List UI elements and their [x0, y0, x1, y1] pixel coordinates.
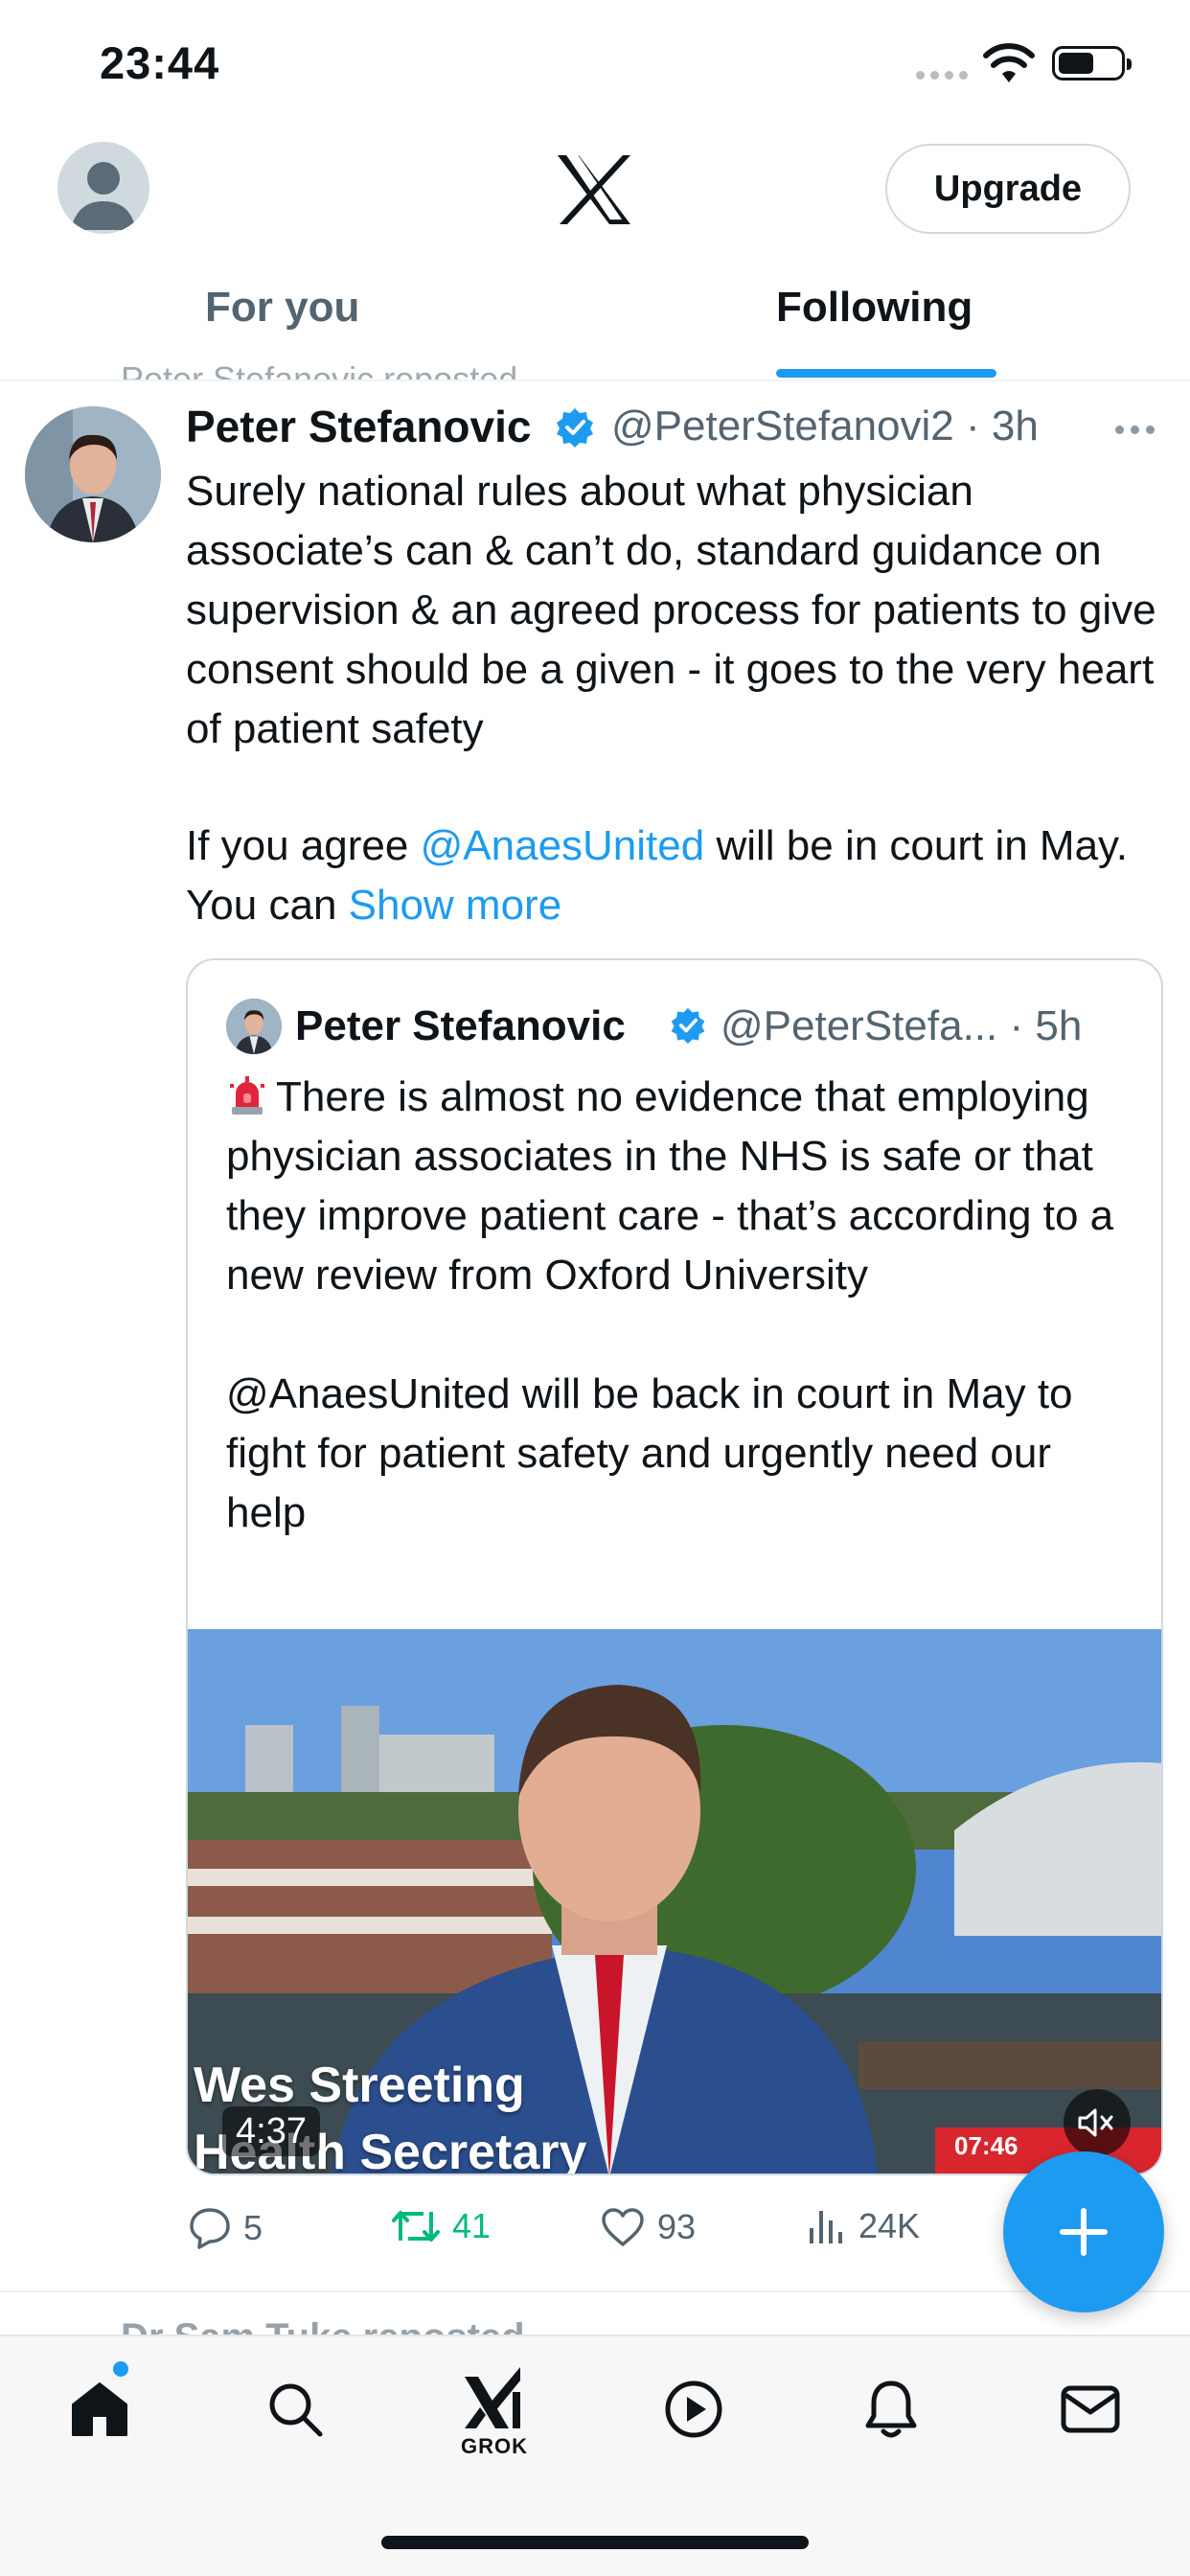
views-count: 24K: [858, 2206, 921, 2245]
home-indicator-bar: [381, 2536, 809, 2549]
upgrade-button[interactable]: Upgrade: [885, 144, 1131, 234]
tab-following[interactable]: Following: [776, 284, 973, 332]
retweet-icon: [392, 2211, 440, 2242]
cellular-signal-icon: [916, 71, 968, 80]
play-circle-icon: [665, 2380, 722, 2438]
home-icon: [72, 2382, 127, 2436]
views-button[interactable]: 24K: [807, 2206, 920, 2246]
nav-home[interactable]: [61, 2371, 138, 2448]
bell-icon: [865, 2380, 917, 2438]
repost-context-peek: Peter Stefanovic reposted: [121, 360, 517, 380]
profile-avatar-button[interactable]: [57, 142, 149, 234]
like-button[interactable]: 93: [600, 2206, 696, 2248]
retweet-button[interactable]: 41: [391, 2206, 491, 2246]
next-tweet-peek: Dr Sam Tuke reposted: [121, 2315, 525, 2336]
tab-selected-indicator: [776, 369, 996, 378]
status-time: 23:44: [100, 37, 220, 88]
quoted-author-name: Peter Stefanovic: [295, 1002, 626, 1049]
tweet-text: Surely national rules about what physici…: [186, 468, 1156, 752]
mention-link[interactable]: @AnaesUnited: [421, 822, 705, 869]
show-more-link[interactable]: Show more: [349, 882, 562, 929]
reply-icon: [190, 2208, 230, 2249]
nav-search[interactable]: [257, 2371, 333, 2448]
tweet-author-name[interactable]: Peter Stefanovic: [186, 401, 531, 452]
video-caption-name: Wes Streeting: [194, 2058, 525, 2113]
tweet-time: 3h: [991, 402, 1039, 449]
reply-count: 5: [243, 2208, 263, 2247]
nav-messages[interactable]: [1052, 2371, 1129, 2448]
tab-for-you[interactable]: For you: [205, 284, 359, 332]
mute-button[interactable]: [1064, 2089, 1131, 2156]
quoted-tweet-text: There is almost no evidence that employi…: [226, 1068, 1136, 1543]
speaker-muted-icon: [1078, 2108, 1113, 2137]
tweet-author-handle[interactable]: @PeterStefanovi2 · 3h: [611, 402, 1039, 450]
retweet-count: 41: [452, 2206, 492, 2245]
nav-grok[interactable]: GROK: [456, 2359, 533, 2465]
grok-icon: [465, 2367, 520, 2428]
reply-button[interactable]: 5: [188, 2206, 263, 2250]
video-onscreen-clock: 07:46: [954, 2131, 1018, 2160]
more-options-icon[interactable]: [1115, 426, 1155, 434]
tweet-author-avatar[interactable]: [25, 406, 161, 542]
wifi-icon: [983, 42, 1035, 89]
search-icon: [269, 2383, 323, 2437]
mail-icon: [1061, 2385, 1120, 2433]
grok-label: GROK: [461, 2434, 528, 2458]
like-count: 93: [657, 2207, 697, 2246]
quoted-handle-text: @PeterStefa...: [721, 1002, 998, 1049]
verified-badge-icon: [669, 1006, 707, 1049]
x-logo-icon: [556, 153, 632, 231]
compose-tweet-button[interactable]: [1003, 2151, 1164, 2312]
battery-icon: [1052, 46, 1132, 80]
header-divider: [0, 380, 1190, 381]
verified-badge-icon: [554, 406, 596, 453]
home-unread-dot: [113, 2361, 128, 2377]
tweet-divider: [0, 2290, 1190, 2292]
nav-video[interactable]: [655, 2371, 732, 2448]
quoted-author-avatar: [226, 999, 282, 1054]
quoted-author-handle: @PeterStefa... · 5h: [721, 1002, 1083, 1049]
views-chart-icon: [810, 2211, 842, 2243]
tweet-text-prefix: If you agree: [186, 822, 421, 869]
quoted-tweet-card[interactable]: Peter Stefanovic @PeterStefa... · 5h The…: [186, 958, 1163, 2175]
plus-icon: [1060, 2208, 1108, 2256]
tweet-text-continued: If you agree @AnaesUnited will be in cou…: [186, 816, 1173, 935]
siren-emoji-icon: [226, 1073, 268, 1116]
quoted-video-player[interactable]: Wes Streeting Health Secretary 4:37 07:4…: [188, 1629, 1161, 2174]
quoted-tweet-body: There is almost no evidence that employi…: [226, 1073, 1114, 1536]
nav-notifications[interactable]: [853, 2371, 929, 2448]
handle-text: @PeterStefanovi2: [611, 402, 954, 449]
quoted-tweet-time: 5h: [1035, 1002, 1083, 1049]
video-duration: 4:37: [222, 2106, 320, 2156]
heart-icon: [602, 2208, 644, 2246]
